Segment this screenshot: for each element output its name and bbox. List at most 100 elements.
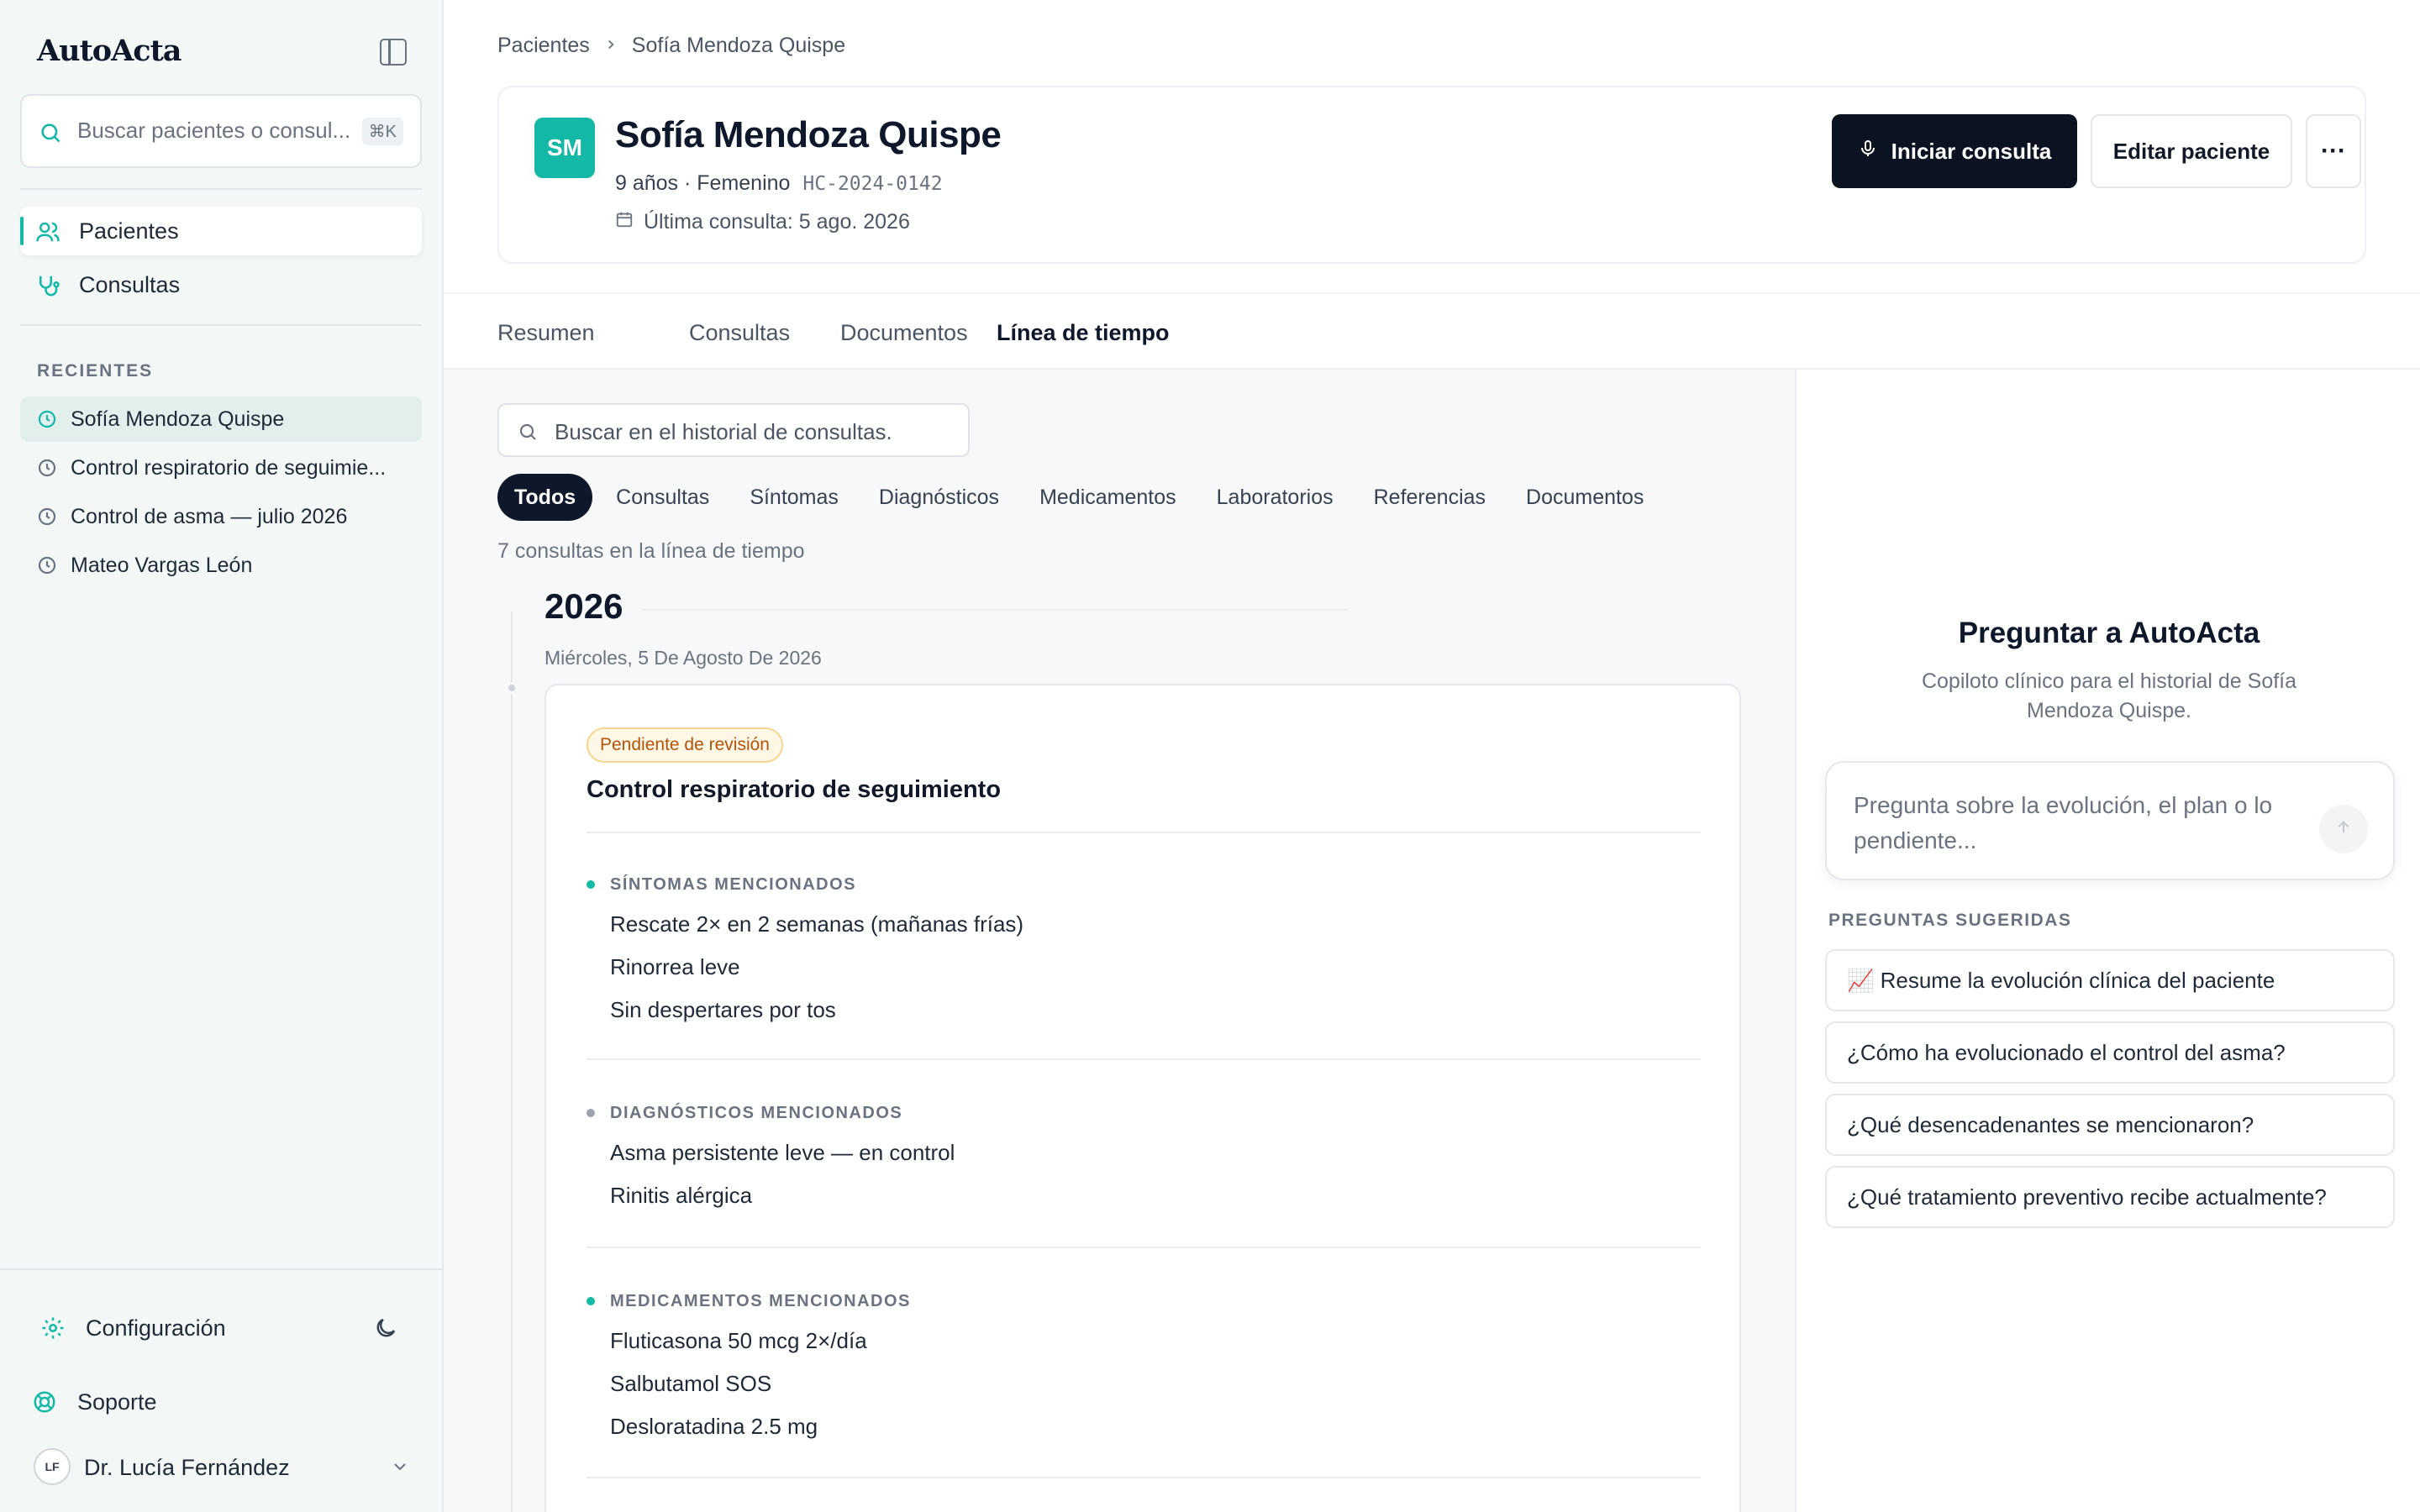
- section-item: Rescate 2× en 2 semanas (mañanas frías): [610, 911, 1024, 937]
- assistant-title: Preguntar a AutoActa: [1958, 617, 2260, 649]
- suggestion-label: ¿Qué tratamiento preventivo recibe actua…: [1847, 1184, 2327, 1210]
- clock-icon: [37, 409, 57, 433]
- sidebar: AutoActa Buscar pacientes o consul... ⌘K…: [0, 0, 444, 1512]
- clock-icon: [37, 458, 57, 482]
- divider: [20, 324, 422, 326]
- suggestion-button[interactable]: ¿Qué desencadenantes se mencionaron?: [1825, 1094, 2395, 1156]
- timeline-panel: Buscar en el historial de consultas. Tod…: [444, 370, 1795, 1512]
- suggestion-label: ¿Cómo ha evolucionado el control del asm…: [1847, 1040, 2286, 1065]
- filter-chip-diagnosticos[interactable]: Diagnósticos: [862, 474, 1016, 521]
- section-item: Desloratadina 2.5 mg: [610, 1414, 818, 1439]
- timeline-dot: [506, 682, 518, 694]
- section-title: DIAGNÓSTICOS MENCIONADOS: [587, 1104, 1701, 1123]
- suggestion-label: ¿Qué desencadenantes se mencionaron?: [1847, 1112, 2254, 1137]
- calendar-icon: [615, 210, 634, 234]
- suggestion-button[interactable]: ¿Qué tratamiento preventivo recibe actua…: [1825, 1166, 2395, 1228]
- suggestion-button[interactable]: 📈 Resume la evolución clínica del pacien…: [1825, 949, 2395, 1011]
- section-title: SÍNTOMAS MENCIONADOS: [587, 875, 1701, 895]
- section-title: MEDICAMENTOS MENCIONADOS: [587, 1292, 1701, 1311]
- sidebar-item-pacientes[interactable]: Pacientes: [20, 207, 422, 255]
- consult-title: Control respiratorio de seguimiento: [587, 776, 1002, 803]
- clock-icon: [37, 507, 57, 531]
- patient-header-card: SM Sofía Mendoza Quispe 9 años · Femenin…: [497, 86, 2366, 264]
- stethoscope-icon: [35, 273, 60, 302]
- timeline-count: 7 consultas en la línea de tiempo: [497, 539, 805, 563]
- recent-item-label: Sofía Mendoza Quispe: [71, 407, 285, 431]
- users-icon: [35, 219, 60, 249]
- patient-record-id: HC-2024-0142: [802, 173, 943, 195]
- section-item: Rinorrea leve: [610, 954, 740, 979]
- tab-documentos[interactable]: Documentos: [817, 294, 992, 371]
- last-visit-text: Última consulta: 5 ago. 2026: [644, 210, 910, 234]
- filter-chip-documentos[interactable]: Documentos: [1509, 474, 1660, 521]
- recent-item[interactable]: Control de asma — julio 2026: [20, 494, 422, 539]
- app-logo[interactable]: AutoActa: [37, 34, 182, 68]
- sidebar-search-input[interactable]: Buscar pacientes o consul... ⌘K: [20, 94, 422, 168]
- start-consult-label: Iniciar consulta: [1891, 138, 2052, 164]
- search-placeholder: Buscar pacientes o consul...: [77, 118, 351, 143]
- support-label: Soporte: [77, 1389, 157, 1415]
- tab-linea-de-tiempo[interactable]: Línea de tiempo: [973, 294, 1193, 373]
- section-item: Sin despertares por tos: [610, 997, 836, 1022]
- timeline-search-input[interactable]: Buscar en el historial de consultas.: [497, 403, 970, 457]
- divider: [642, 609, 1348, 611]
- recent-item[interactable]: Control respiratorio de seguimie...: [20, 445, 422, 491]
- sidebar-collapse-icon[interactable]: [380, 39, 407, 66]
- search-icon: [39, 121, 62, 149]
- patient-name: Sofía Mendoza Quispe: [615, 114, 1002, 155]
- divider: [587, 1247, 1701, 1248]
- patient-avatar: SM: [534, 118, 595, 178]
- divider: [587, 832, 1701, 833]
- arrow-up-icon: [2334, 818, 2353, 841]
- filter-chip-sintomas[interactable]: Síntomas: [733, 474, 855, 521]
- breadcrumb-link[interactable]: Pacientes: [497, 34, 590, 58]
- section-item: Fluticasona 50 mcg 2×/día: [610, 1328, 867, 1353]
- start-consult-button[interactable]: Iniciar consulta: [1832, 114, 2077, 188]
- edit-patient-button[interactable]: Editar paciente: [2091, 114, 2292, 188]
- assistant-subtitle: Copiloto clínico para el historial de So…: [1921, 669, 2297, 722]
- timeline-search-placeholder: Buscar en el historial de consultas.: [555, 419, 892, 444]
- settings-label: Configuración: [86, 1315, 226, 1341]
- settings-button[interactable]: Configuración: [20, 1302, 422, 1352]
- tab-consultas[interactable]: Consultas: [666, 294, 813, 371]
- send-button[interactable]: [2319, 805, 2368, 853]
- more-options-button[interactable]: ···: [2306, 114, 2361, 188]
- divider: [587, 1058, 1701, 1060]
- tab-resumen[interactable]: Resumen: [474, 294, 618, 371]
- filter-chip-medicamentos[interactable]: Medicamentos: [1023, 474, 1193, 521]
- section-item: Rinitis alérgica: [610, 1183, 753, 1208]
- sidebar-item-consultas[interactable]: Consultas: [20, 260, 422, 309]
- suggestion-button[interactable]: ¿Cómo ha evolucionado el control del asm…: [1825, 1021, 2395, 1084]
- breadcrumb: Pacientes Sofía Mendoza Quispe: [497, 34, 845, 58]
- divider: [587, 1477, 1701, 1478]
- recent-section-title: RECIENTES: [37, 361, 154, 381]
- chevron-right-icon: [603, 34, 618, 58]
- recent-item-label: Control respiratorio de seguimie...: [71, 456, 387, 480]
- main-content: Pacientes Sofía Mendoza Quispe SM Sofía …: [444, 0, 2420, 1512]
- sidebar-footer: Configuración Soporte LF Dr. Lucía Ferná…: [0, 1268, 442, 1512]
- timeline-year: 2026: [544, 586, 623, 626]
- assistant-question-input[interactable]: Pregunta sobre la evolución, el plan o l…: [1825, 761, 2395, 880]
- filter-chip-consultas[interactable]: Consultas: [599, 474, 726, 521]
- clock-icon: [37, 555, 57, 580]
- sidebar-item-label: Pacientes: [79, 218, 179, 244]
- recent-item[interactable]: Mateo Vargas León: [20, 543, 422, 588]
- filter-chip-laboratorios[interactable]: Laboratorios: [1200, 474, 1350, 521]
- suggestions-title: PREGUNTAS SUGERIDAS: [1828, 911, 2072, 930]
- more-icon: ···: [2321, 137, 2346, 165]
- recent-item[interactable]: Sofía Mendoza Quispe: [20, 396, 422, 442]
- gear-icon: [40, 1315, 66, 1345]
- consult-card[interactable]: Pendiente de revisión Control respirator…: [544, 684, 1741, 1512]
- support-button[interactable]: Soporte: [12, 1376, 413, 1426]
- filter-chips: Todos Consultas Síntomas Diagnósticos Me…: [497, 474, 1667, 521]
- lifebuoy-icon: [32, 1389, 57, 1419]
- recent-item-label: Control de asma — julio 2026: [71, 505, 348, 528]
- timeline-rail: [511, 612, 513, 1512]
- moon-icon[interactable]: [373, 1315, 398, 1345]
- filter-chip-referencias[interactable]: Referencias: [1357, 474, 1502, 521]
- status-badge: Pendiente de revisión: [587, 727, 783, 763]
- user-menu-button[interactable]: LF Dr. Lucía Fernández: [20, 1441, 422, 1492]
- microphone-icon: [1858, 139, 1878, 165]
- section-item: Salbutamol SOS: [610, 1371, 772, 1396]
- filter-chip-todos[interactable]: Todos: [497, 474, 593, 521]
